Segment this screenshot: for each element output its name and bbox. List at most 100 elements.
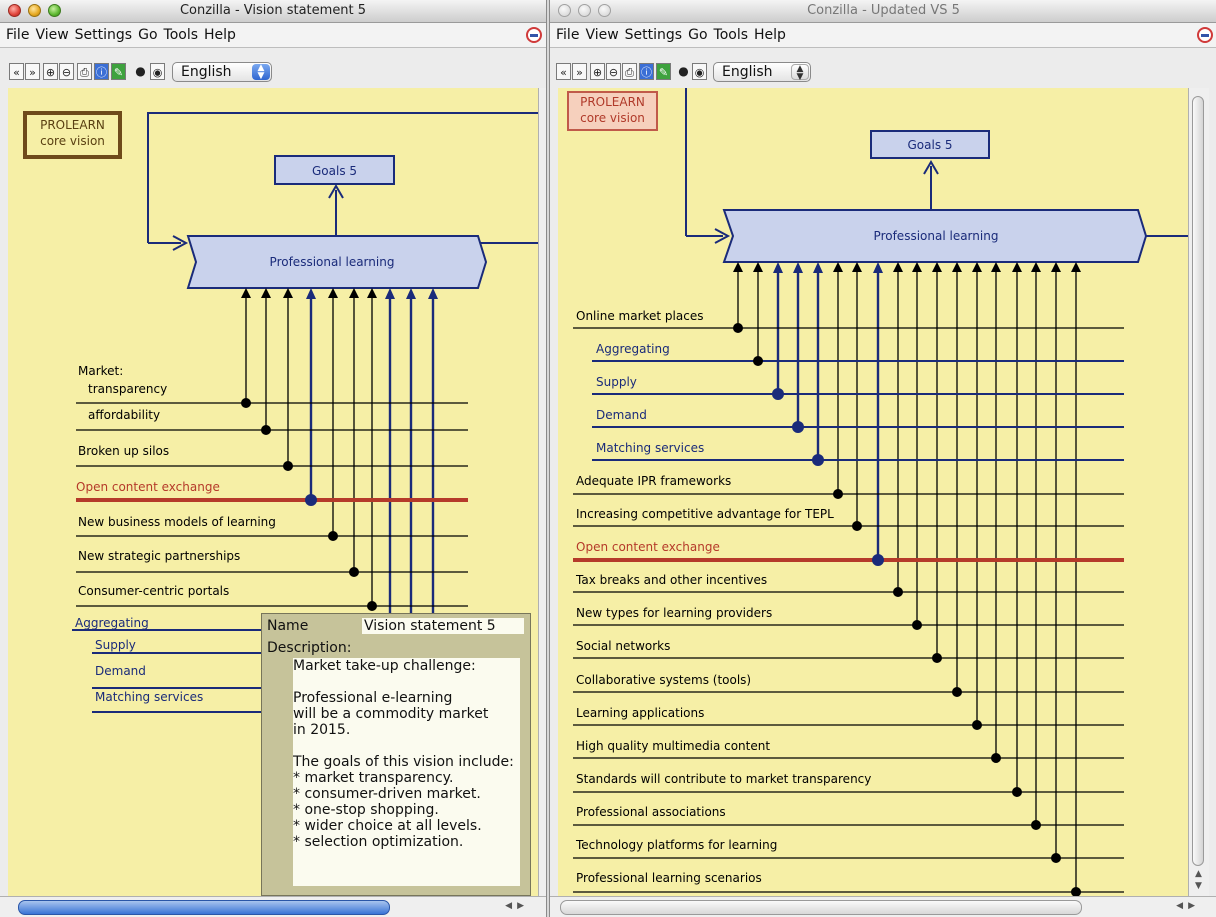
forward-icon[interactable]: » — [25, 63, 40, 80]
bullet-icon[interactable]: ● — [133, 63, 148, 80]
left-hscroll-thumb[interactable] — [18, 900, 390, 915]
edit-icon[interactable]: ✎ — [111, 63, 126, 80]
left-toolbar: « » ⊕ ⊖ ⎙ ⓘ ✎ ● ◉ English ▲ ▼ — [0, 60, 546, 86]
scroll-up-icon[interactable]: ▲ — [1195, 869, 1202, 879]
corner-box-line1: PROLEARN — [580, 95, 645, 109]
print-icon[interactable]: ⎙ — [622, 63, 637, 80]
left-menubar: File View Settings Go Tools Help — [0, 23, 546, 48]
label-affordability: affordability — [88, 408, 160, 422]
right-map-canvas[interactable]: PROLEARN core vision Goals 5 Professiona… — [558, 88, 1188, 897]
info-popup: Name Vision statement 5 Description: Mar… — [261, 613, 531, 896]
right-titlebar[interactable]: Conzilla - Updated VS 5 — [550, 0, 1216, 23]
back-icon[interactable]: « — [556, 63, 571, 80]
menu-go[interactable]: Go — [135, 23, 160, 47]
label-item-15: Professional associations — [576, 805, 726, 819]
menu-help[interactable]: Help — [201, 23, 239, 47]
conzilla-logo-icon — [1197, 27, 1213, 43]
zoom-out-icon[interactable]: ⊖ — [59, 63, 74, 80]
language-select[interactable]: English ▲ ▼ — [172, 62, 272, 82]
label-demand: Demand — [95, 664, 146, 678]
scroll-down-icon[interactable]: ▼ — [1195, 881, 1202, 891]
scroll-left-icon[interactable]: ◀ — [1176, 901, 1183, 911]
edit-icon[interactable]: ✎ — [656, 63, 671, 80]
menu-view[interactable]: View — [582, 23, 621, 47]
menu-help[interactable]: Help — [751, 23, 789, 47]
select-arrows-icon: ▲ ▼ — [791, 64, 809, 82]
label-matching: Matching services — [95, 690, 203, 704]
label-business-models: New business models of learning — [78, 515, 276, 529]
left-titlebar[interactable]: Conzilla - Vision statement 5 — [0, 0, 546, 23]
central-label: Professional learning — [270, 255, 395, 269]
label-item-9: New types for learning providers — [576, 606, 772, 620]
overlay-icon[interactable]: ◉ — [692, 63, 707, 80]
menu-tools[interactable]: Tools — [711, 23, 752, 47]
label-item-14: Standards will contribute to market tran… — [576, 772, 871, 786]
label-item-8: Tax breaks and other incentives — [575, 573, 767, 587]
scroll-right-icon[interactable]: ▶ — [517, 901, 524, 911]
label-silos: Broken up silos — [78, 444, 169, 458]
right-vertical-scrollbar[interactable]: ▲ ▼ — [1188, 88, 1209, 897]
bullet-icon[interactable]: ● — [676, 63, 691, 80]
label-item-5: Adequate IPR frameworks — [576, 474, 731, 488]
forward-icon[interactable]: » — [572, 63, 587, 80]
central-label: Professional learning — [874, 229, 999, 243]
corner-box-line2: core vision — [40, 134, 105, 148]
right-window: Conzilla - Updated VS 5 File View Settings… — [549, 0, 1216, 917]
right-toolbar: « » ⊕ ⊖ ⎙ ⓘ ✎ ● ◉ English ▲ ▼ — [550, 60, 1216, 86]
label-item-13: High quality multimedia content — [576, 739, 770, 753]
zoom-in-icon[interactable]: ⊕ — [43, 63, 58, 80]
right-vscroll-thumb[interactable] — [1192, 96, 1204, 866]
label-portals: Consumer-centric portals — [78, 584, 229, 598]
menu-go[interactable]: Go — [685, 23, 710, 47]
popup-name-value: Vision statement 5 — [362, 618, 524, 634]
label-item-6: Increasing competitive advantage for TEP… — [576, 507, 834, 521]
window-title: Conzilla - Updated VS 5 — [807, 3, 960, 18]
info-icon[interactable]: ⓘ — [639, 63, 654, 80]
select-arrows-icon: ▲ ▼ — [252, 64, 270, 81]
label-item-16: Technology platforms for learning — [575, 838, 777, 852]
label-item-1: Aggregating — [596, 342, 670, 356]
menu-file[interactable]: File — [3, 23, 32, 47]
label-open-content: Open content exchange — [76, 480, 220, 494]
language-select[interactable]: English ▲ ▼ — [713, 62, 811, 82]
menu-settings[interactable]: Settings — [622, 23, 685, 47]
menu-settings[interactable]: Settings — [72, 23, 135, 47]
corner-box-line2: core vision — [580, 111, 645, 125]
window-title: Conzilla - Vision statement 5 — [179, 3, 367, 18]
back-icon[interactable]: « — [9, 63, 24, 80]
print-icon[interactable]: ⎙ — [77, 63, 92, 80]
right-horizontal-scrollbar[interactable]: ◀ ▶ — [550, 896, 1216, 917]
goals-label: Goals 5 — [907, 138, 952, 152]
label-aggregating: Aggregating — [75, 616, 149, 630]
zoom-in-icon[interactable]: ⊕ — [590, 63, 605, 80]
popup-name-label: Name — [267, 618, 309, 634]
menu-view[interactable]: View — [32, 23, 71, 47]
label-item-11: Collaborative systems (tools) — [576, 673, 751, 687]
popup-description-label: Description: — [267, 640, 352, 656]
menu-file[interactable]: File — [553, 23, 582, 47]
label-item-17: Professional learning scenarios — [576, 871, 762, 885]
label-item-0: Online market places — [576, 309, 703, 323]
popup-description-text: Market take-up challenge: Professional e… — [293, 658, 520, 886]
goals-label: Goals 5 — [312, 164, 357, 178]
corner-box-line1: PROLEARN — [40, 118, 105, 132]
left-vertical-scrollbar[interactable] — [538, 88, 546, 897]
zoom-out-icon[interactable]: ⊖ — [606, 63, 621, 80]
scroll-left-icon[interactable]: ◀ — [505, 901, 512, 911]
conzilla-logo-icon — [526, 27, 542, 43]
menu-tools[interactable]: Tools — [161, 23, 202, 47]
label-supply: Supply — [95, 638, 136, 652]
right-menubar: File View Settings Go Tools Help — [550, 23, 1216, 48]
label-item-3: Demand — [596, 408, 647, 422]
right-hscroll-thumb[interactable] — [560, 900, 1082, 915]
scroll-right-icon[interactable]: ▶ — [1188, 901, 1195, 911]
left-horizontal-scrollbar[interactable]: ◀ ▶ — [0, 896, 546, 917]
overlay-icon[interactable]: ◉ — [150, 63, 165, 80]
label-item-4: Matching services — [596, 441, 704, 455]
info-icon[interactable]: ⓘ — [94, 63, 109, 80]
label-partnerships: New strategic partnerships — [78, 549, 240, 563]
label-item-10: Social networks — [576, 639, 670, 653]
label-market: Market: — [78, 364, 123, 378]
label-item-2: Supply — [596, 375, 637, 389]
label-item-12: Learning applications — [576, 706, 704, 720]
